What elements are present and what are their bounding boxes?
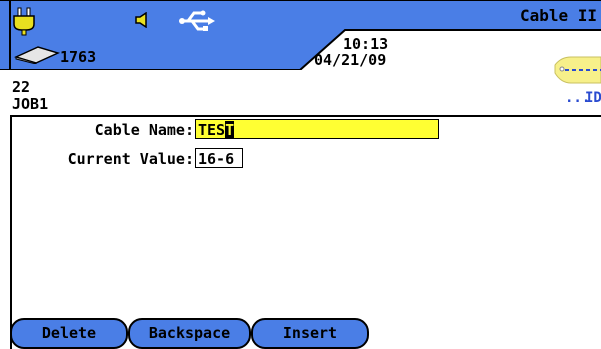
power-plug-icon [13,7,35,36]
speaker-icon [135,12,147,28]
usb-icon [179,10,215,31]
softkey-bar: Delete Backspace Insert [10,318,601,349]
header-divider [10,115,601,117]
record-count: 1763 [60,48,97,66]
status-bar: Cable II 1763 10:13 04/21/09 [0,0,601,70]
current-value-field[interactable]: 16-6 [195,148,243,168]
insert-button[interactable]: Insert [251,318,369,349]
screen-title: Cable II [519,6,597,25]
job-name: JOB1 [12,95,49,113]
cable-name-value: TES [198,121,226,139]
text-cursor: T [225,121,235,139]
cable-name-label: Cable Name: [94,121,194,139]
cable-name-input[interactable]: TEST [195,119,439,139]
current-value-label: Current Value: [67,150,194,168]
clock-time: 10:13 [343,35,389,53]
drive-icon [14,46,60,64]
backspace-button[interactable]: Backspace [128,318,251,349]
delete-button[interactable]: Delete [10,318,128,349]
id-tag-label: ID [585,90,601,106]
device-screen: Cable II 1763 10:13 04/21/09 ... ID 22 J… [0,0,601,349]
info-line-1: 22 [12,78,31,96]
clock-date: 04/21/09 [314,51,387,69]
content-left-border [10,115,12,349]
id-tag-icon: ... ID [554,56,601,106]
